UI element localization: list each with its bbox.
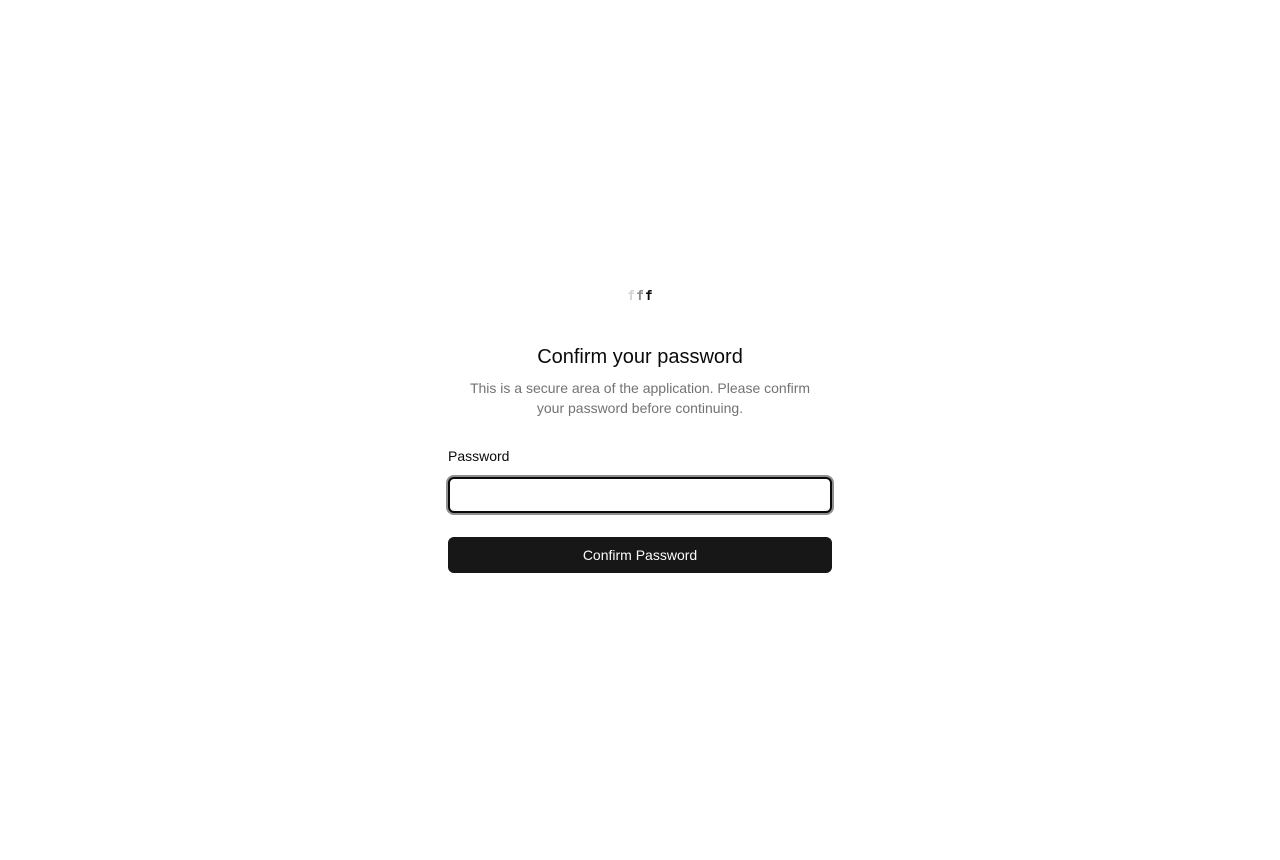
confirm-password-button[interactable]: Confirm Password [448,537,832,573]
page-subtitle: This is a secure area of the application… [469,380,811,416]
password-label: Password [448,448,510,464]
confirm-password-page: f f f Confirm your password This is a se… [0,0,1280,860]
logo-letter-3: f [644,289,653,304]
logo-letter-1: f [627,289,636,304]
app-logo: f f f [0,288,1280,306]
logo-letter-2: f [636,289,644,304]
password-input[interactable] [448,477,832,513]
page-title: Confirm your password [537,346,743,368]
confirm-password-form: Confirm your password This is a secure a… [448,344,832,573]
